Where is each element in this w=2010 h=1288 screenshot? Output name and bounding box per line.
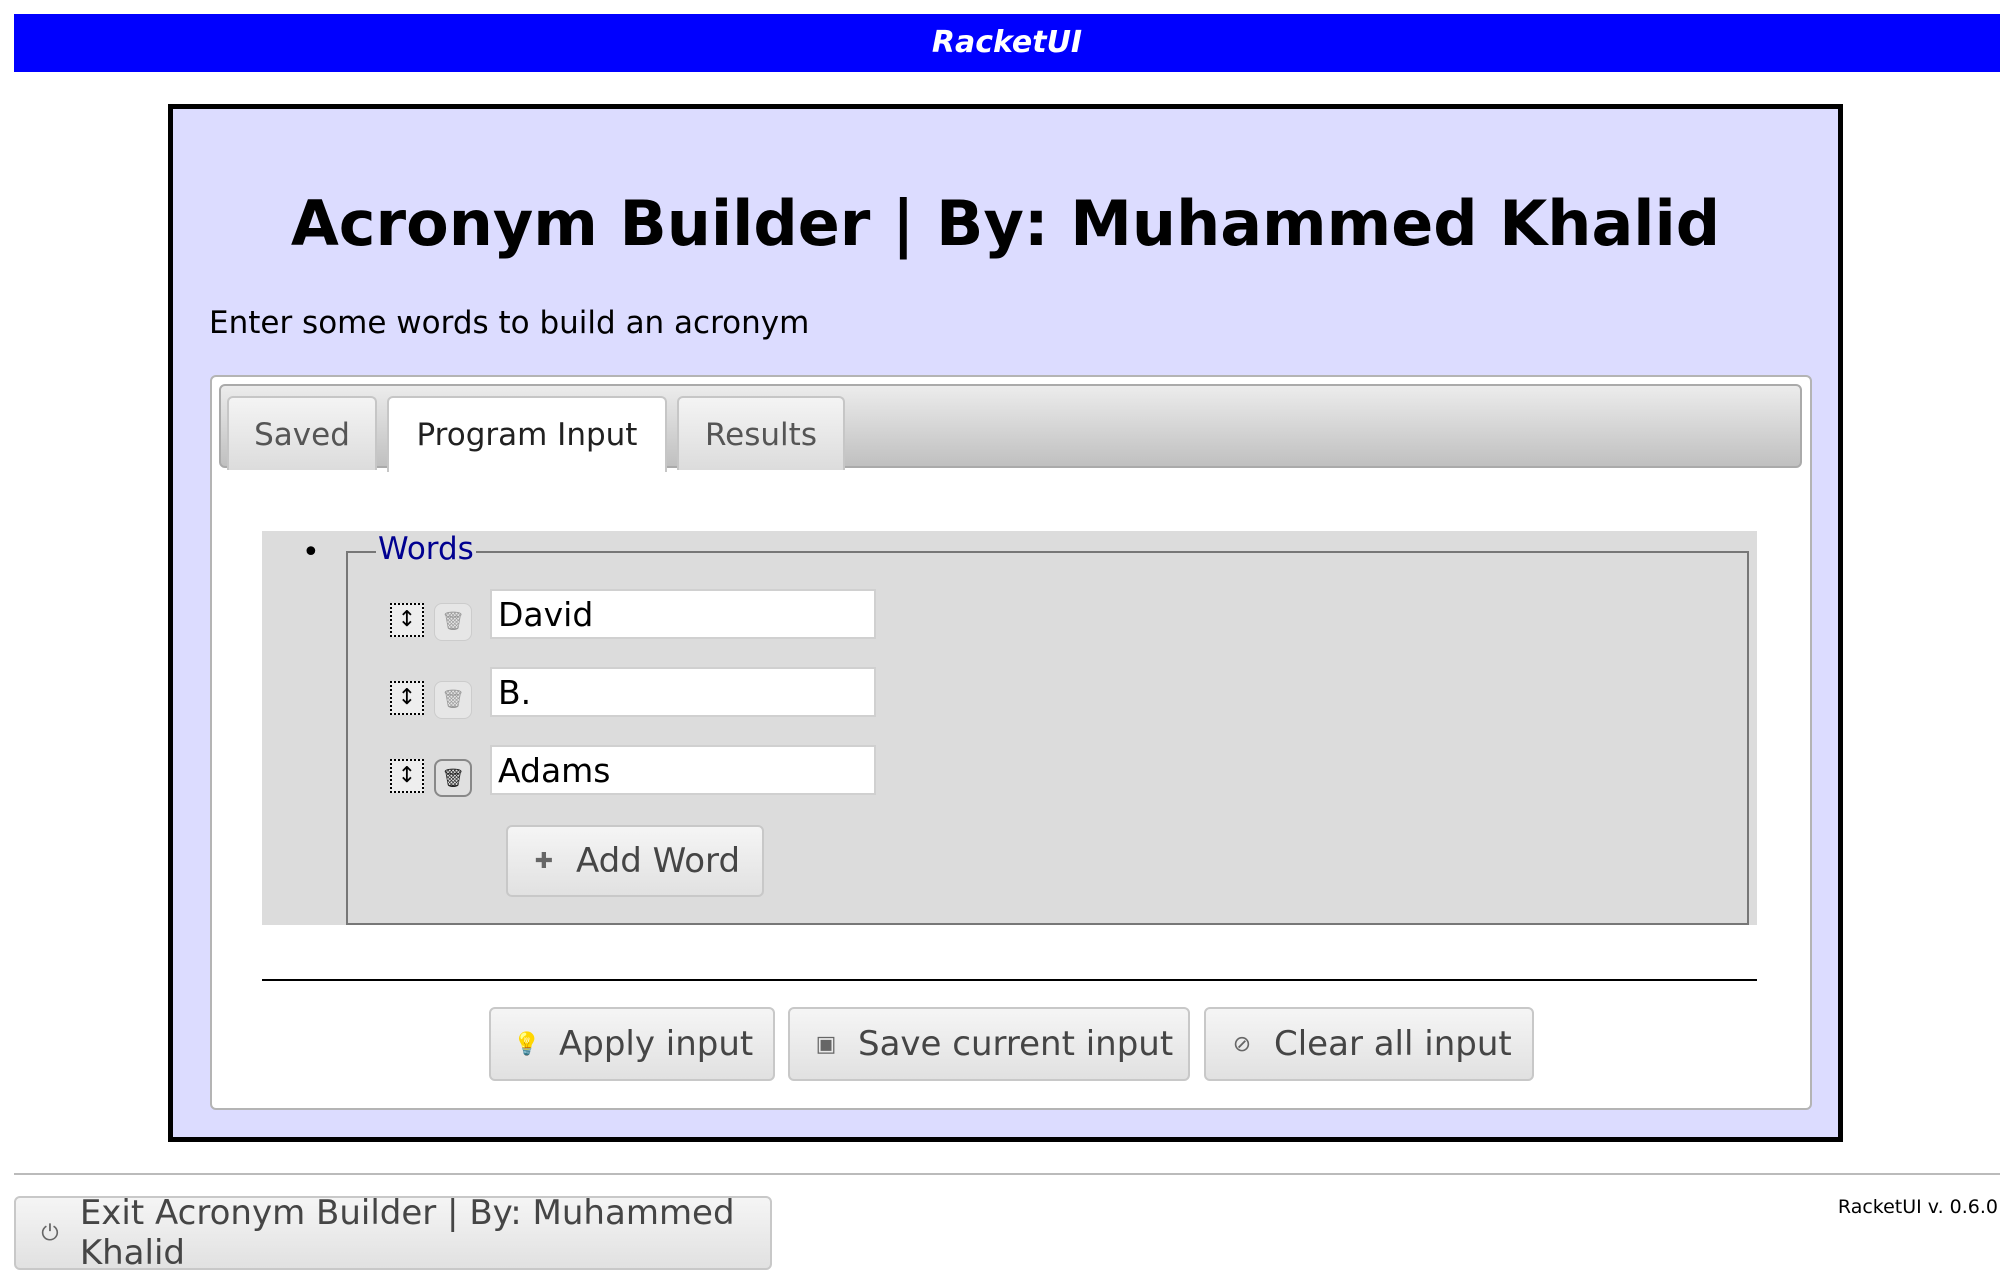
tab-program-input[interactable]: Program Input [387,396,667,472]
words-legend: Words [376,531,476,567]
word-input-1[interactable] [490,589,876,639]
clear-input-button[interactable]: ⊘ Clear all input [1204,1007,1534,1081]
word-input-3[interactable] [490,745,876,795]
list-bullet: • [302,535,320,570]
apply-input-button[interactable]: 💡 Apply input [489,1007,775,1081]
power-icon: ⏻ [41,1220,59,1246]
words-fieldset: Words ↕ 🗑 ↕ 🗑 ↕ 🗑 ✚ [346,531,1749,925]
tab-results[interactable]: Results [677,396,845,470]
save-input-button[interactable]: ▣ Save current input [788,1007,1190,1081]
move-handle-icon[interactable]: ↕ [390,681,424,715]
lightbulb-icon: 💡 [513,1031,541,1057]
trash-icon[interactable]: 🗑 [434,681,472,719]
move-handle-icon[interactable]: ↕ [390,603,424,637]
tab-header: Saved Program Input Results [219,384,1802,472]
add-word-button[interactable]: ✚ Add Word [506,825,764,897]
main-panel: Acronym Builder | By: Muhammed Khalid En… [168,104,1843,1142]
word-input-2[interactable] [490,667,876,717]
trash-icon[interactable]: 🗑 [434,759,472,797]
app-header-bar: RacketUI [14,14,2000,72]
app-header-title: RacketUI [931,25,1083,60]
trash-icon[interactable]: 🗑 [434,603,472,641]
version-label: RacketUI v. 0.6.0 [1837,1196,1998,1218]
exit-button[interactable]: ⏻ Exit Acronym Builder | By: Muhammed Kh… [14,1193,772,1273]
footer-divider [14,1173,2000,1175]
tabs-widget: Saved Program Input Results • Words ↕ 🗑 … [210,375,1812,1110]
exit-label: Exit Acronym Builder | By: Muhammed Khal… [79,1193,735,1273]
disk-icon: ▣ [815,1031,837,1057]
cancel-icon: ⊘ [1232,1031,1252,1057]
add-word-label: Add Word [576,841,741,881]
clear-input-label: Clear all input [1274,1024,1512,1064]
save-input-label: Save current input [858,1024,1174,1064]
tab-saved[interactable]: Saved [227,396,377,470]
plus-icon: ✚ [534,848,554,874]
page-title: Acronym Builder | By: Muhammed Khalid [290,187,1721,260]
separator [262,979,1757,981]
program-input-panel: • Words ↕ 🗑 ↕ 🗑 ↕ 🗑 [262,531,1757,925]
page-description: Enter some words to build an acronym [209,305,810,341]
apply-input-label: Apply input [559,1024,754,1064]
move-handle-icon[interactable]: ↕ [390,759,424,793]
